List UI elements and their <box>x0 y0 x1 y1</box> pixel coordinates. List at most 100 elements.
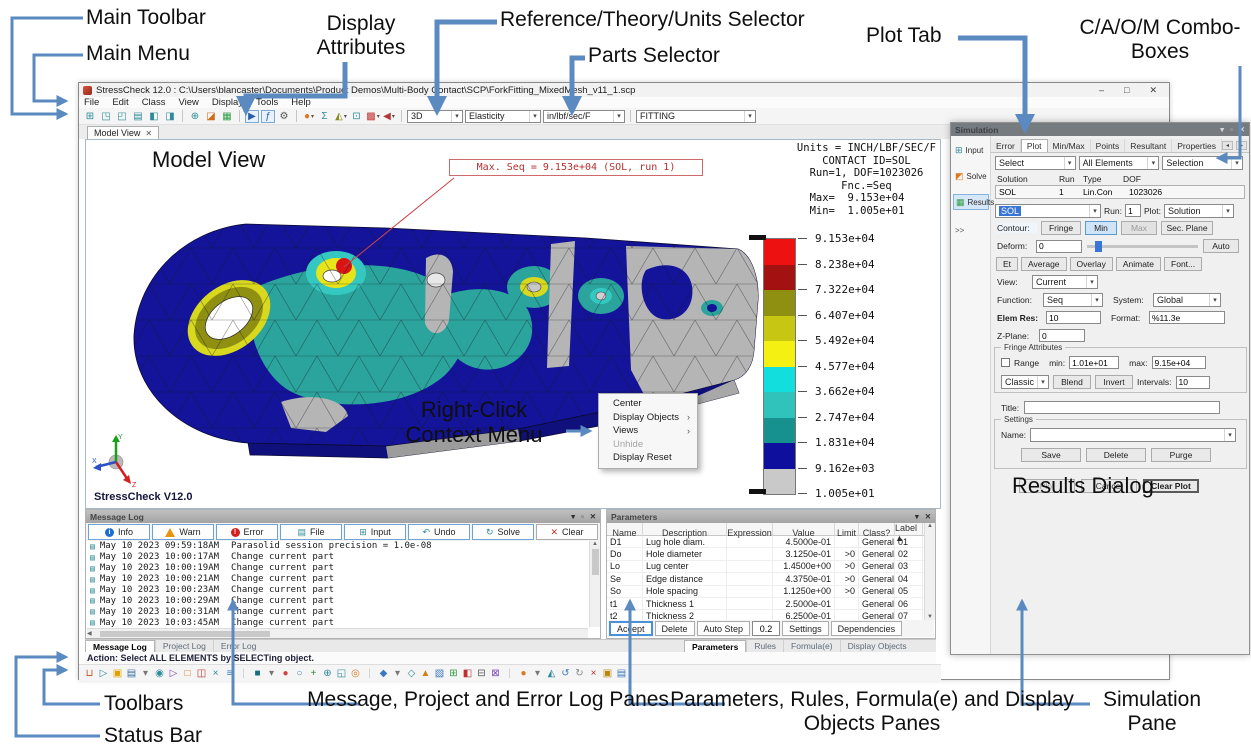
close-icon[interactable]: ✕ <box>1239 125 1245 134</box>
minimize-button[interactable]: – <box>1099 85 1104 96</box>
toolbar-icon[interactable]: ◧ <box>147 110 161 123</box>
toolbar-icon[interactable]: ▾ <box>266 667 277 680</box>
toolbar-icon[interactable]: ◧ <box>462 667 473 680</box>
toolbar-icon[interactable]: ◫ <box>196 667 207 680</box>
warn-filter-button[interactable]: Warn <box>152 524 214 540</box>
simulation-tab[interactable]: Error <box>991 139 1021 152</box>
pin-icon[interactable]: ▾ <box>915 512 919 521</box>
toolbar-icon[interactable]: ▣ <box>602 667 613 680</box>
maximize-button[interactable]: □ <box>1124 85 1129 96</box>
selection-combo[interactable]: Selection <box>1162 156 1243 170</box>
toolbar-icon[interactable]: ● <box>280 667 291 680</box>
chevron-down-icon[interactable] <box>451 111 462 122</box>
settings-gear-icon[interactable]: ⚙ <box>277 110 291 123</box>
toolbar-icon[interactable]: ▾ <box>532 667 543 680</box>
menu-item[interactable]: Edit <box>112 97 128 108</box>
horizontal-scrollbar[interactable]: ◀ <box>87 628 588 638</box>
menu-item[interactable]: Help <box>291 97 311 108</box>
toolbar-icon[interactable]: ▤ <box>616 667 627 680</box>
toolbar-icon[interactable]: ◨ <box>163 110 177 123</box>
toolbar-icon[interactable]: ◱ <box>336 667 347 680</box>
context-menu-item[interactable]: Unhide <box>599 438 697 452</box>
units-selector[interactable]: in/lbf/sec/F <box>543 110 625 123</box>
close-button[interactable]: ✕ <box>1149 85 1157 96</box>
rail-item-solve[interactable]: ◩Solve <box>953 168 989 184</box>
table-row[interactable]: SeEdge distance 4.3750e-01>0 General04 <box>607 573 935 585</box>
toolbar-icon[interactable]: ◇ <box>406 667 417 680</box>
toolbar-icon[interactable]: ⊟ <box>476 667 487 680</box>
log-pane-tab[interactable]: Error Log <box>213 640 263 652</box>
elem-res-input[interactable] <box>1046 311 1101 324</box>
settings-button[interactable]: Purge <box>1151 448 1211 462</box>
fringe-max-input[interactable] <box>1152 356 1206 369</box>
plot-action-button[interactable]: Overlay <box>1070 257 1113 271</box>
toolbar-icon[interactable]: ▤ <box>131 110 145 123</box>
accept-button[interactable]: Accept <box>609 621 653 636</box>
log-pane-tab[interactable]: Project Log <box>155 640 213 652</box>
toolbar-icon[interactable]: | <box>504 667 515 680</box>
solution-summary-combo[interactable]: SOL 1 Lin.Con 1023026 <box>995 185 1245 199</box>
log-entry[interactable]: May 10 2023 09:59:18AMParasolid session … <box>87 541 588 552</box>
toolbar-icon[interactable]: ▾ <box>392 667 403 680</box>
dimension-selector[interactable]: 3D <box>407 110 463 123</box>
settings-name-combo[interactable] <box>1030 428 1236 442</box>
chevron-down-icon[interactable] <box>529 111 540 122</box>
toolbar-icon[interactable]: ○ <box>294 667 305 680</box>
step-input[interactable] <box>752 621 780 636</box>
toolbar-icon[interactable]: ◉ <box>154 667 165 680</box>
solution-combo[interactable]: SOL <box>995 204 1101 218</box>
parameter-pane-tab[interactable]: Display Objects <box>840 640 914 652</box>
display-attribute-icon[interactable]: ▩▾ <box>366 110 380 123</box>
toolbar-icon[interactable]: × <box>210 667 221 680</box>
table-row[interactable]: DoHole diameter 3.1250e-01>0 General02 <box>607 548 935 560</box>
file-filter-button[interactable]: ▤File <box>280 524 342 540</box>
view-combo[interactable]: Current <box>1032 275 1098 289</box>
log-entry[interactable]: May 10 2023 10:03:45AMChange current par… <box>87 617 588 627</box>
rail-item-results[interactable]: ▦Results <box>953 194 989 210</box>
model-view[interactable]: Units = INCH/LBF/SEC/F CONTACT ID=SOL Ru… <box>85 139 941 509</box>
log-pane-tab[interactable]: Message Log <box>85 640 155 652</box>
plot-action-button[interactable]: Animate <box>1116 257 1161 271</box>
min-button[interactable]: Min <box>1085 221 1117 235</box>
toolbar-icon[interactable]: ◰ <box>115 110 129 123</box>
plot-title-input[interactable] <box>1024 401 1220 414</box>
toolbar-icon[interactable]: ⊞ <box>83 110 97 123</box>
selection-combo[interactable]: All Elements <box>1079 156 1160 170</box>
section-plane-button[interactable]: Sec. Plane <box>1161 221 1213 235</box>
rail-expand-button[interactable]: >> <box>953 222 989 238</box>
toolbar-icon[interactable]: ⊕ <box>188 110 202 123</box>
plot-action-button[interactable]: Et <box>996 257 1018 271</box>
zplane-input[interactable] <box>1039 329 1085 342</box>
float-icon[interactable]: ▫ <box>581 512 584 521</box>
log-entry[interactable]: May 10 2023 10:00:19AMChange current par… <box>87 563 588 574</box>
format-input[interactable] <box>1149 311 1225 324</box>
context-menu-item[interactable]: Display Reset <box>599 451 697 465</box>
chevron-down-icon[interactable] <box>613 111 624 122</box>
menu-item[interactable]: Display <box>212 97 243 108</box>
pane-title-bar[interactable]: Simulation ▾▫✕ <box>951 123 1249 136</box>
toolbar-icon[interactable]: ⊕ <box>322 667 333 680</box>
selection-combo[interactable]: Select <box>995 156 1076 170</box>
toolbar-icon[interactable]: ▷ <box>168 667 179 680</box>
fringe-button[interactable]: Fringe <box>1041 221 1081 235</box>
parameter-pane-tab[interactable]: Rules <box>746 640 783 652</box>
toolbar-icon[interactable]: ◪ <box>204 110 218 123</box>
menu-item[interactable]: View <box>178 97 198 108</box>
toolbar-icon[interactable]: ■ <box>252 667 263 680</box>
settings-button[interactable]: Save <box>1021 448 1081 462</box>
toolbar-icon[interactable]: ▷ <box>98 667 109 680</box>
tab-model-view[interactable]: Model View ✕ <box>87 126 159 139</box>
log-entry[interactable]: May 10 2023 10:00:29AMChange current par… <box>87 595 588 606</box>
input-filter-button[interactable]: ⊞Input <box>344 524 406 540</box>
toolbar-icon[interactable]: × <box>588 667 599 680</box>
delete-button[interactable]: Delete <box>655 621 695 636</box>
table-row[interactable]: SoHole spacing 1.1250e+00>0 General05 <box>607 586 935 598</box>
fringe-style-combo[interactable]: Classic <box>1001 375 1049 389</box>
undo-filter-button[interactable]: ↶Undo <box>408 524 470 540</box>
pin-icon[interactable]: ▾ <box>1220 125 1224 134</box>
deform-slider[interactable] <box>1087 245 1198 248</box>
toolbar-icon[interactable]: ◳ <box>99 110 113 123</box>
tab-scroll-left-icon[interactable]: ◂ <box>1222 141 1233 150</box>
dependencies-button[interactable]: Dependencies <box>831 621 903 636</box>
toolbar-icon[interactable]: ⊔ <box>84 667 95 680</box>
